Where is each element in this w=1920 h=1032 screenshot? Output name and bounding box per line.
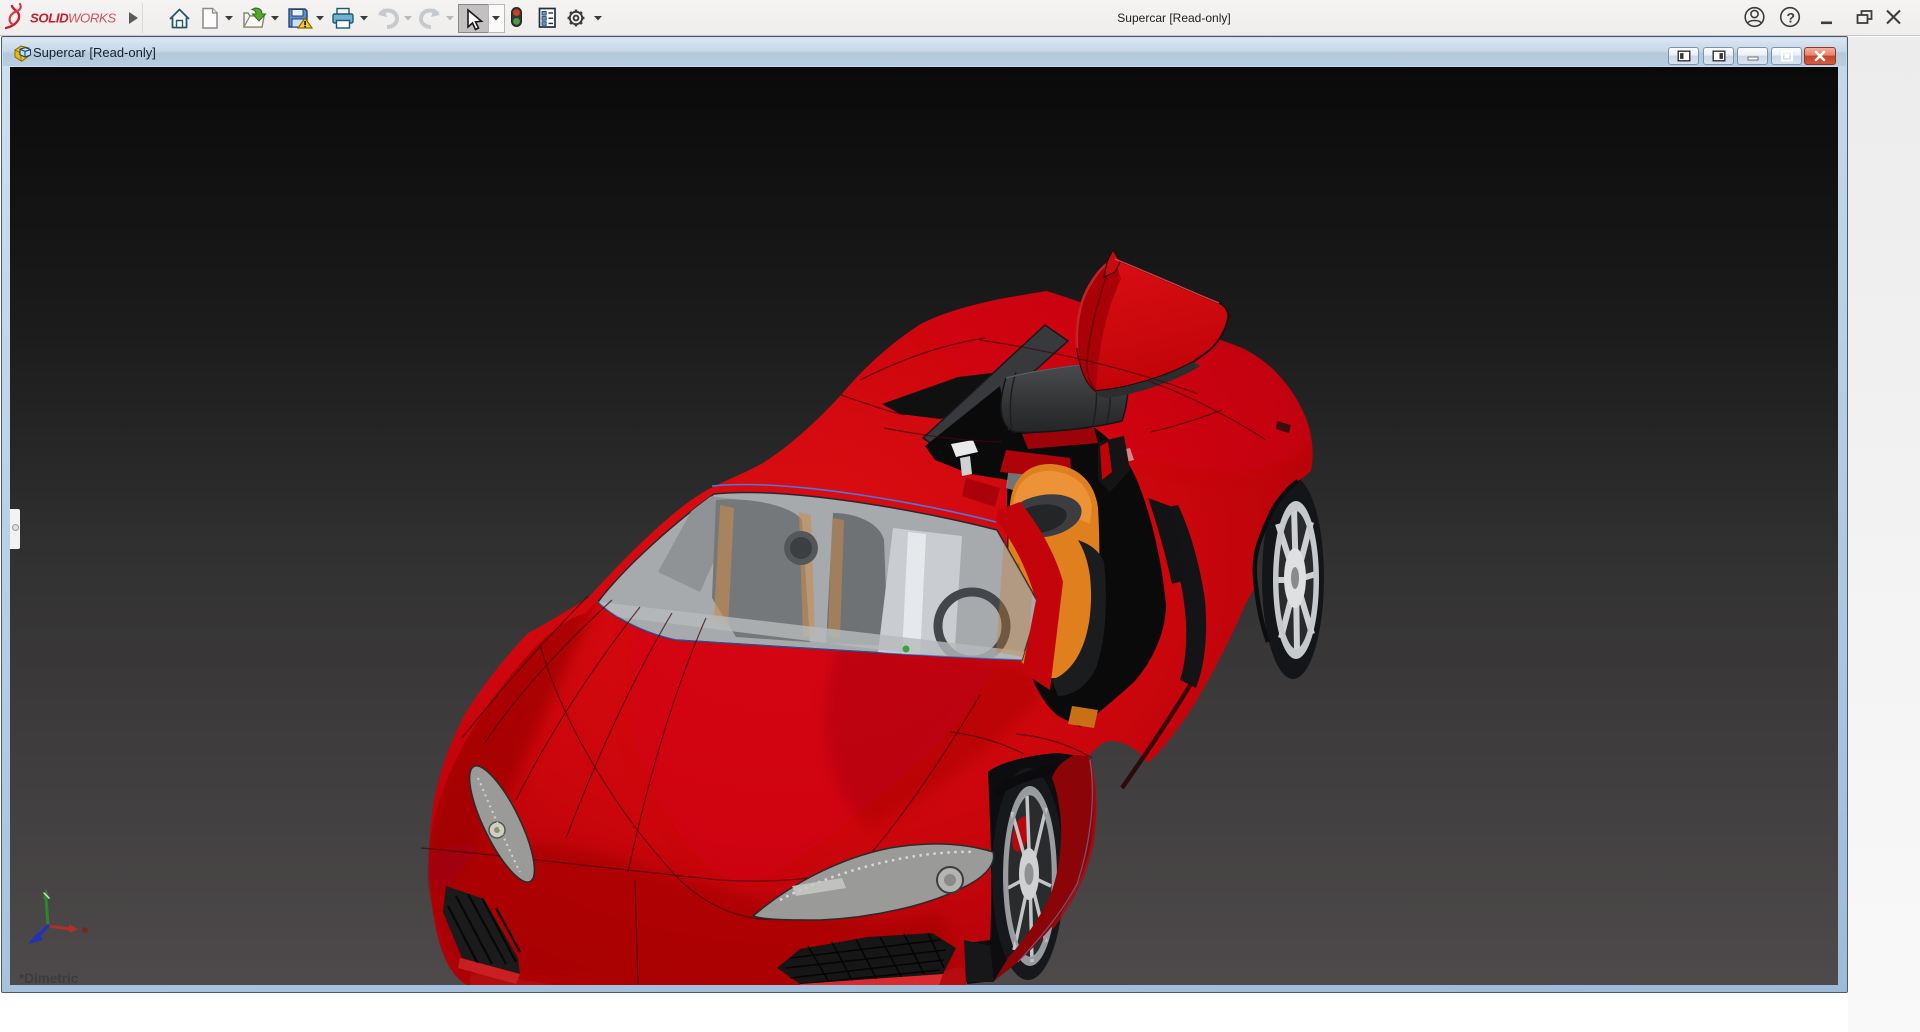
svg-text:SOLID: SOLID <box>30 11 69 26</box>
svg-text:WORKS: WORKS <box>68 11 116 26</box>
svg-text:*Dimetric: *Dimetric <box>19 971 79 985</box>
svg-text:?: ? <box>1787 10 1796 26</box>
